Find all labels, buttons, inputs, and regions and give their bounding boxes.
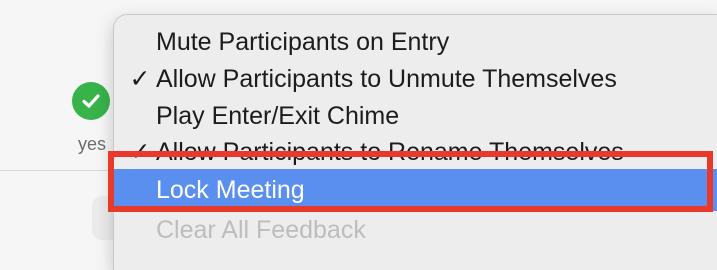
checkmark-icon: ✓ [129,138,151,166]
menu-item-allow-rename[interactable]: ✓ Allow Participants to Rename Themselve… [114,133,717,171]
checkmark-icon: ✓ [129,65,151,93]
menu-item-label: Mute Participants on Entry [156,28,450,56]
menu-item-clear-all-feedback: Clear All Feedback [114,211,717,249]
menu-item-lock-meeting[interactable]: Lock Meeting [114,169,717,211]
status-label: yes [78,134,107,154]
context-menu: Mute Participants on Entry ✓ Allow Parti… [113,14,717,270]
menu-item-label: Lock Meeting [156,176,305,204]
menu-item-label: Allow Participants to Rename Themselves [156,138,624,166]
checkmark-circle-icon [72,82,110,120]
menu-item-label: Play Enter/Exit Chime [156,102,400,130]
menu-item-label: Clear All Feedback [156,216,366,244]
menu-item-allow-unmute[interactable]: ✓ Allow Participants to Unmute Themselve… [114,60,717,98]
menu-item-play-enter-exit-chime[interactable]: Play Enter/Exit Chime [114,97,717,135]
menu-item-label: Allow Participants to Unmute Themselves [156,65,617,93]
menu-item-mute-participants-on-entry[interactable]: Mute Participants on Entry [114,23,717,61]
